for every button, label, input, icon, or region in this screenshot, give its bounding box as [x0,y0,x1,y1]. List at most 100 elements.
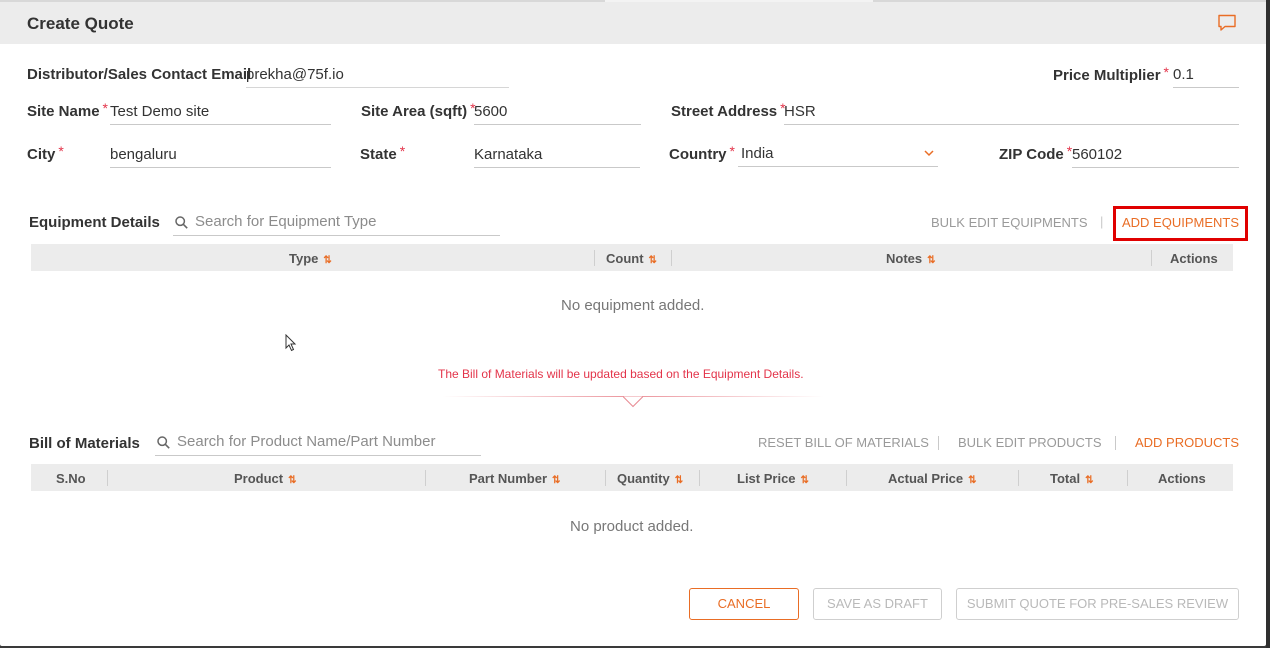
column-divider [671,250,672,266]
country-select-value: India [741,145,774,162]
distributor-email-field[interactable]: prekha@75f.io [246,62,509,88]
column-divider [594,250,595,266]
bom-table-header: S.No Product ⇅ Part Number ⇅ Quantity ⇅ Lis… [31,464,1233,491]
column-header-part-number[interactable]: Part Number ⇅ [469,471,560,486]
reset-bom-link[interactable]: RESET BILL OF MATERIALS [758,435,929,450]
column-header-product-label: Product [234,471,284,486]
equipment-search-placeholder: Search for Equipment Type [195,213,377,230]
column-header-actions: Actions [1158,471,1206,486]
column-divider [107,470,108,486]
sort-icon: ⇅ [1085,475,1094,486]
sort-icon: ⇅ [552,475,561,486]
product-search-placeholder: Search for Product Name/Part Number [177,433,436,450]
dialog-titlebar: Create Quote [0,0,1266,44]
top-strip [605,0,873,2]
column-header-list-price-label: List Price [737,471,796,486]
column-header-list-price[interactable]: List Price ⇅ [737,471,809,486]
bom-empty-message: No product added. [570,518,694,535]
required-marker: * [102,100,108,116]
distributor-email-label: Distributor/Sales Contact Email [27,66,251,83]
search-icon [175,216,188,229]
column-header-actual-price-label: Actual Price [888,471,964,486]
sort-icon: ⇅ [800,475,809,486]
add-equipments-highlight-box [1113,206,1248,241]
column-header-total-label: Total [1050,471,1081,486]
column-header-notes[interactable]: Notes ⇅ [886,251,936,266]
column-header-type-label: Type [289,251,319,266]
sort-icon: ⇅ [927,255,936,266]
column-header-total[interactable]: Total ⇅ [1050,471,1093,486]
column-divider [605,470,606,486]
site-area-label-text: Site Area (sqft) [361,103,468,120]
sort-icon: ⇅ [288,475,297,486]
link-separator [1115,436,1116,450]
sort-icon: ⇅ [674,475,684,486]
state-label-text: State [360,146,397,163]
dialog-title: Create Quote [27,14,134,33]
window-edge [1266,0,1270,648]
city-label-text: City [27,146,56,163]
product-search-input[interactable]: Search for Product Name/Part Number [155,430,481,456]
column-header-product[interactable]: Product ⇅ [234,471,297,486]
link-separator: | [1100,214,1104,229]
mouse-cursor-icon [285,334,297,352]
price-multiplier-label: Price Multiplier * [1053,64,1169,84]
column-header-count[interactable]: Count ⇅ [606,251,657,266]
save-as-draft-button[interactable]: SAVE AS DRAFT [813,588,942,620]
city-label: City * [27,143,64,163]
equipment-table-header: Type ⇅ Count ⇅ Notes ⇅ Actions [31,244,1233,271]
street-address-label-text: Street Address [671,103,778,120]
price-multiplier-field[interactable]: 0.1 [1173,62,1239,88]
column-header-sno: S.No [56,471,86,486]
column-header-quantity-label: Quantity [617,471,670,486]
sort-icon: ⇅ [968,475,977,486]
price-multiplier-label-text: Price Multiplier [1053,67,1161,84]
sort-icon: ⇅ [648,255,657,266]
country-label: Country * [669,143,735,163]
chevron-down-icon [924,150,934,157]
add-products-link[interactable]: ADD PRODUCTS [1135,435,1239,450]
comment-icon[interactable] [1217,14,1237,32]
bom-update-notice: The Bill of Materials will be updated ba… [438,367,804,381]
equipment-empty-message: No equipment added. [561,297,705,314]
bill-of-materials-title: Bill of Materials [29,435,140,452]
equipment-details-title: Equipment Details [29,214,160,231]
city-field[interactable]: bengaluru [110,142,331,168]
link-separator [938,436,939,450]
equipment-search-input[interactable]: Search for Equipment Type [173,210,500,236]
search-icon [157,436,170,449]
zip-field[interactable]: 560102 [1072,142,1239,168]
column-header-actual-price[interactable]: Actual Price ⇅ [888,471,977,486]
state-field[interactable]: Karnataka [474,142,640,168]
required-marker: * [58,143,64,159]
column-divider [1018,470,1019,486]
column-divider [1151,250,1152,266]
column-header-type[interactable]: Type ⇅ [289,251,332,266]
required-marker: * [399,143,406,159]
site-name-label: Site Name * [27,100,108,120]
site-name-field[interactable]: Test Demo site [110,99,331,125]
column-header-part-number-label: Part Number [469,471,548,486]
column-header-actions: Actions [1170,251,1218,266]
bulk-edit-equipments-link[interactable]: BULK EDIT EQUIPMENTS [931,215,1088,230]
cancel-button[interactable]: CANCEL [689,588,799,620]
site-area-label: Site Area (sqft) * [361,100,476,120]
column-header-quantity[interactable]: Quantity ⇅ [617,471,683,486]
required-marker: * [729,143,735,159]
street-address-field[interactable]: HSR [784,99,1239,125]
site-name-label-text: Site Name [27,103,100,120]
create-quote-dialog: Create Quote Distributor/Sales Contact E… [0,0,1266,646]
country-label-text: Country [669,146,727,163]
submit-quote-button[interactable]: SUBMIT QUOTE FOR PRE-SALES REVIEW [956,588,1239,620]
column-divider [425,470,426,486]
street-address-label: Street Address * [671,100,786,120]
site-area-field[interactable]: 5600 [474,99,641,125]
column-divider [699,470,700,486]
country-select[interactable]: India [738,141,938,167]
state-label: State * [360,143,406,163]
caret-down-icon [623,396,643,408]
column-header-count-label: Count [606,251,644,266]
column-header-notes-label: Notes [886,251,923,266]
bulk-edit-products-link[interactable]: BULK EDIT PRODUCTS [958,435,1102,450]
distributor-email-label-text: Distributor/Sales Contact Email [27,66,252,83]
